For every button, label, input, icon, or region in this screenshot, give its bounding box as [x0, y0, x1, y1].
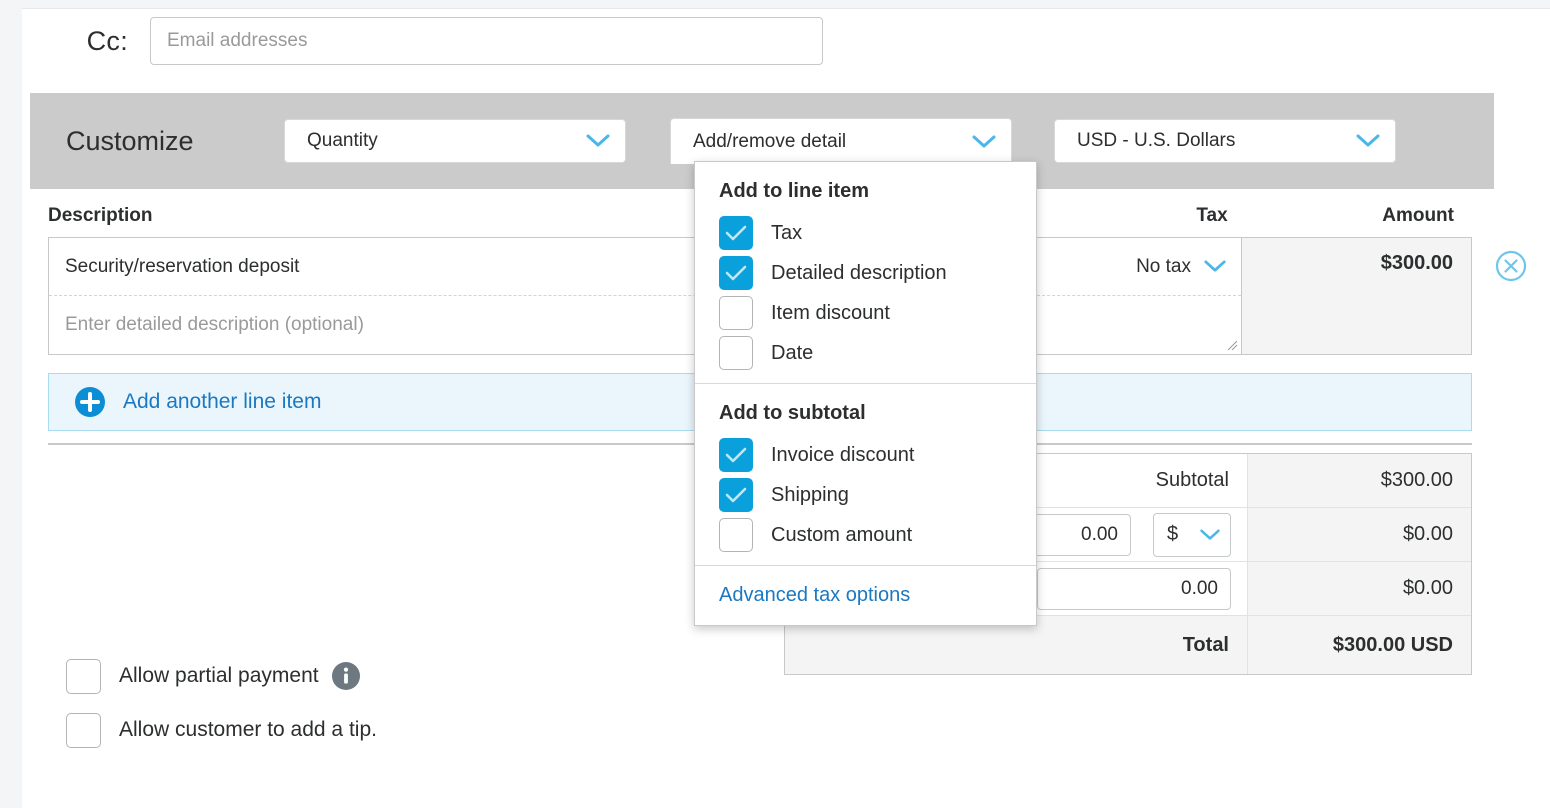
resize-handle-icon[interactable] — [1227, 340, 1238, 351]
dropdown-section-subtotal: Add to subtotal Invoice discount Shippin… — [695, 383, 1036, 565]
total-value: $300.00 USD — [1247, 616, 1471, 674]
line-item-amount: $300.00 — [1241, 238, 1471, 354]
dropdown-option-invoice-discount[interactable]: Invoice discount — [695, 435, 1036, 475]
payment-options: Allow partial payment Allow customer to … — [66, 649, 377, 757]
close-circle-icon — [1494, 249, 1528, 283]
dropdown-option-detailed-description-label: Detailed description — [771, 262, 947, 285]
dropdown-section-line-item: Add to line item Tax Detailed descriptio… — [695, 162, 1036, 383]
dropdown-option-custom-amount-label: Custom amount — [771, 524, 912, 547]
dropdown-option-detailed-description-checkbox[interactable] — [719, 256, 753, 290]
cc-email-input[interactable] — [150, 17, 823, 65]
discount-amount: $0.00 — [1247, 508, 1471, 561]
customize-title: Customize — [66, 126, 296, 157]
currency-select[interactable]: USD - U.S. Dollars — [1054, 119, 1396, 163]
dropdown-section-line-item-title: Add to line item — [695, 176, 1036, 213]
dropdown-option-item-discount[interactable]: Item discount — [695, 293, 1036, 333]
allow-tip-row[interactable]: Allow customer to add a tip. — [66, 703, 377, 757]
invoice-editor-page: Cc: Customize Quantity Add/remove detail… — [0, 0, 1550, 808]
discount-unit-label: $ — [1167, 523, 1178, 546]
dropdown-option-invoice-discount-label: Invoice discount — [771, 444, 914, 467]
column-header-description: Description — [48, 205, 673, 227]
dropdown-option-tax-checkbox[interactable] — [719, 216, 753, 250]
chevron-down-icon — [585, 133, 611, 149]
allow-partial-payment-checkbox[interactable] — [66, 659, 101, 694]
check-icon — [725, 264, 747, 282]
column-header-amount: Amount — [1246, 205, 1472, 227]
dropdown-option-tax-label: Tax — [771, 222, 802, 245]
check-icon — [725, 486, 747, 504]
advanced-tax-options-link[interactable]: Advanced tax options — [719, 584, 910, 606]
info-icon[interactable] — [332, 662, 360, 690]
delete-line-item-button[interactable] — [1494, 249, 1528, 283]
dropdown-option-item-discount-label: Item discount — [771, 302, 890, 325]
line-item-tax-select[interactable]: No tax — [1032, 238, 1241, 296]
form-card: Cc: Customize Quantity Add/remove detail… — [22, 8, 1550, 808]
chevron-down-icon — [971, 134, 997, 150]
dropdown-option-shipping-label: Shipping — [771, 484, 849, 507]
chevron-down-icon — [1199, 528, 1221, 542]
dropdown-option-shipping-checkbox[interactable] — [719, 478, 753, 512]
dropdown-option-shipping[interactable]: Shipping — [695, 475, 1036, 515]
add-remove-detail-select[interactable]: Add/remove detail — [670, 118, 1012, 164]
quantity-select[interactable]: Quantity — [284, 119, 626, 163]
tax-cell: No tax — [1031, 238, 1241, 354]
chevron-down-icon — [1355, 133, 1381, 149]
allow-tip-checkbox[interactable] — [66, 713, 101, 748]
tax-cell-filler — [1032, 296, 1241, 354]
check-icon — [725, 446, 747, 464]
dropdown-option-date-label: Date — [771, 342, 813, 365]
chevron-down-icon — [1203, 259, 1227, 274]
column-header-tax: Tax — [1043, 205, 1246, 227]
subtotal-value: $300.00 — [1247, 454, 1471, 507]
shipping-amount: $0.00 — [1247, 562, 1471, 615]
dropdown-option-invoice-discount-checkbox[interactable] — [719, 438, 753, 472]
cc-row: Cc: — [22, 17, 823, 65]
dropdown-section-subtotal-title: Add to subtotal — [695, 398, 1036, 435]
dropdown-footer: Advanced tax options — [695, 565, 1036, 625]
allow-partial-payment-label: Allow partial payment — [119, 664, 319, 688]
allow-partial-payment-row[interactable]: Allow partial payment — [66, 649, 377, 703]
dropdown-option-item-discount-checkbox[interactable] — [719, 296, 753, 330]
dropdown-option-date-checkbox[interactable] — [719, 336, 753, 370]
line-item-tax-label: No tax — [1136, 256, 1191, 278]
invoice-discount-input[interactable] — [1023, 514, 1131, 556]
shipping-input[interactable] — [1037, 568, 1231, 610]
dropdown-option-detailed-description[interactable]: Detailed description — [695, 253, 1036, 293]
check-icon — [725, 224, 747, 242]
add-another-line-item-label: Add another line item — [123, 390, 321, 414]
allow-tip-label: Allow customer to add a tip. — [119, 718, 377, 742]
plus-circle-icon — [75, 387, 105, 417]
discount-unit-select[interactable]: $ — [1153, 513, 1231, 557]
cc-label: Cc: — [22, 26, 150, 57]
dropdown-option-custom-amount[interactable]: Custom amount — [695, 515, 1036, 555]
dropdown-option-tax[interactable]: Tax — [695, 213, 1036, 253]
add-remove-detail-dropdown: Add to line item Tax Detailed descriptio… — [694, 161, 1037, 626]
quantity-select-label: Quantity — [307, 130, 575, 152]
currency-select-label: USD - U.S. Dollars — [1077, 130, 1345, 152]
dropdown-option-custom-amount-checkbox[interactable] — [719, 518, 753, 552]
add-remove-detail-label: Add/remove detail — [693, 131, 961, 153]
dropdown-option-date[interactable]: Date — [695, 333, 1036, 373]
